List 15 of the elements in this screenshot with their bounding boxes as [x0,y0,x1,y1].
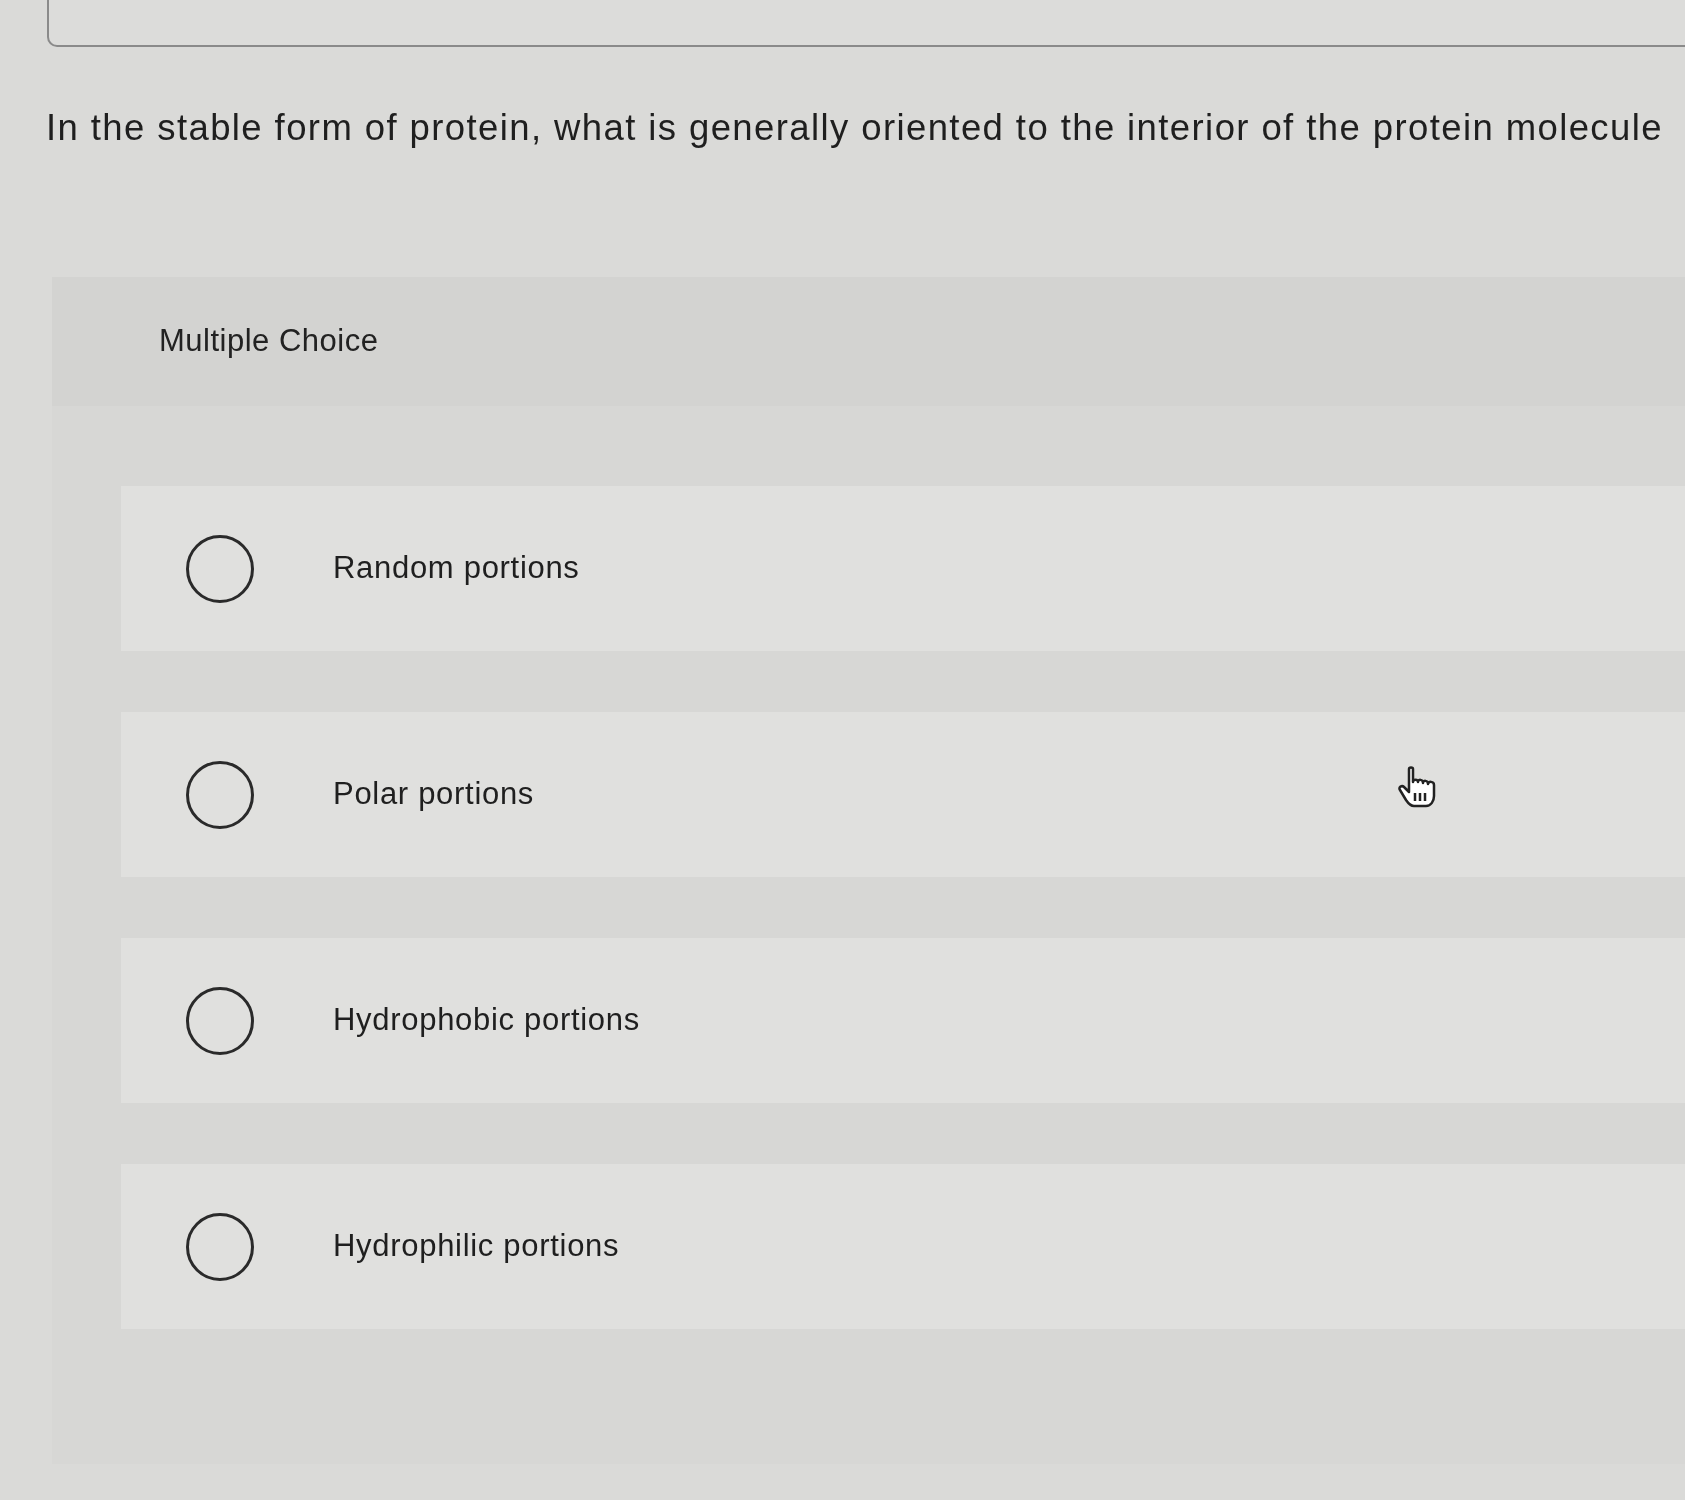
option-label: Hydrophobic portions [333,1001,640,1040]
radio-button[interactable] [186,760,254,829]
option-card[interactable]: Polar portions [121,712,1685,877]
radio-button[interactable] [186,986,254,1055]
hand-pointer-icon [1398,766,1438,808]
panel-heading: Multiple Choice [159,322,379,361]
option-label: Random portions [333,549,580,588]
radio-button[interactable] [186,534,254,603]
option-card[interactable]: Random portions [121,486,1685,651]
option-card[interactable]: Hydrophobic portions [121,938,1685,1103]
question-text: In the stable form of protein, what is generally oriented to the interior of the protein molecule [46,105,1663,150]
option-card[interactable]: Hydrophilic portions [121,1164,1685,1329]
option-label: Polar portions [333,775,535,814]
option-label: Hydrophilic portions [333,1227,620,1266]
radio-button[interactable] [186,1212,254,1281]
